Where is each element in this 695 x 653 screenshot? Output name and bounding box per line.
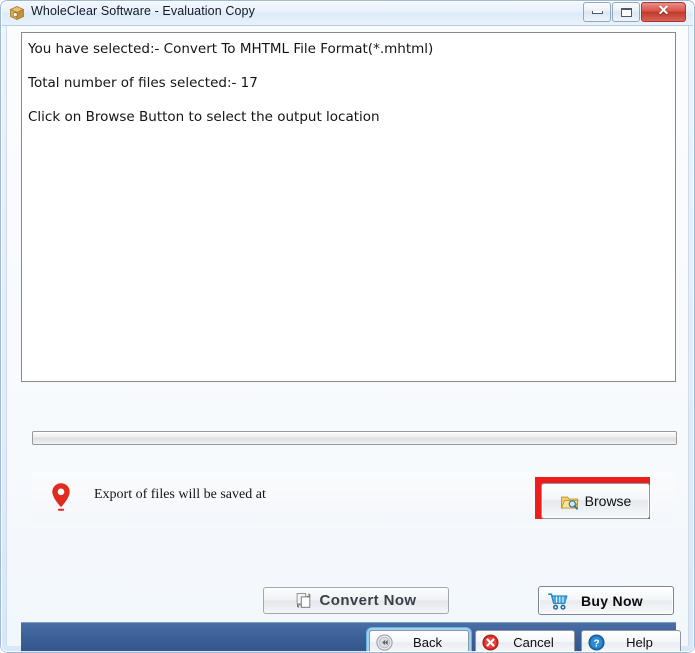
title-bar: WholeClear Software - Evaluation Copy ✕	[0, 0, 695, 26]
convert-now-label: Convert Now	[319, 592, 417, 609]
shopping-cart-icon	[547, 592, 568, 610]
export-location-label: Export of files will be saved at	[94, 487, 266, 502]
status-log-lines: You have selected:- Convert To MHTML Fil…	[28, 41, 668, 143]
svg-text:?: ?	[593, 638, 599, 649]
close-button[interactable]: ✕	[641, 2, 686, 22]
log-line: Total number of files selected:- 17	[28, 75, 258, 91]
minimize-button[interactable]	[583, 2, 611, 22]
application-window: WholeClear Software - Evaluation Copy ✕ …	[0, 0, 695, 653]
cancel-button[interactable]: Cancel	[475, 630, 575, 653]
cancel-button-label: Cancel	[513, 635, 554, 650]
export-location-row: Export of files will be saved at Browse	[32, 472, 677, 524]
browse-button[interactable]: Browse	[541, 483, 650, 519]
location-pin-icon	[52, 483, 70, 511]
footer-bar: Back Cancel ? Help	[21, 622, 681, 653]
log-line: Click on Browse Button to select the out…	[28, 109, 380, 125]
help-question-icon: ?	[588, 634, 605, 651]
browse-button-label: Browse	[584, 493, 632, 509]
progress-track	[32, 431, 677, 445]
back-button[interactable]: Back	[369, 630, 469, 653]
rewind-icon	[376, 634, 393, 651]
convert-now-button[interactable]: Convert Now	[263, 587, 449, 614]
folder-search-icon	[560, 496, 579, 510]
progress-bar	[32, 431, 677, 445]
maximize-button[interactable]	[612, 2, 640, 22]
minimize-icon	[591, 10, 603, 14]
close-icon: ✕	[657, 4, 670, 19]
convert-documents-icon	[296, 593, 310, 609]
browse-highlight-box: Browse	[535, 477, 650, 519]
buy-now-label: Buy Now	[581, 592, 643, 609]
status-log-box: You have selected:- Convert To MHTML Fil…	[21, 32, 676, 382]
buy-now-button[interactable]: Buy Now	[538, 586, 674, 615]
app-box-icon	[9, 6, 25, 21]
maximize-icon	[620, 7, 632, 17]
help-button[interactable]: ? Help	[581, 630, 681, 653]
client-area: You have selected:- Convert To MHTML Fil…	[6, 26, 689, 653]
log-line: You have selected:- Convert To MHTML Fil…	[28, 41, 434, 57]
window-title: WholeClear Software - Evaluation Copy	[31, 4, 255, 18]
help-button-label: Help	[626, 635, 653, 650]
cancel-x-icon	[482, 634, 499, 651]
back-button-label: Back	[413, 635, 442, 650]
